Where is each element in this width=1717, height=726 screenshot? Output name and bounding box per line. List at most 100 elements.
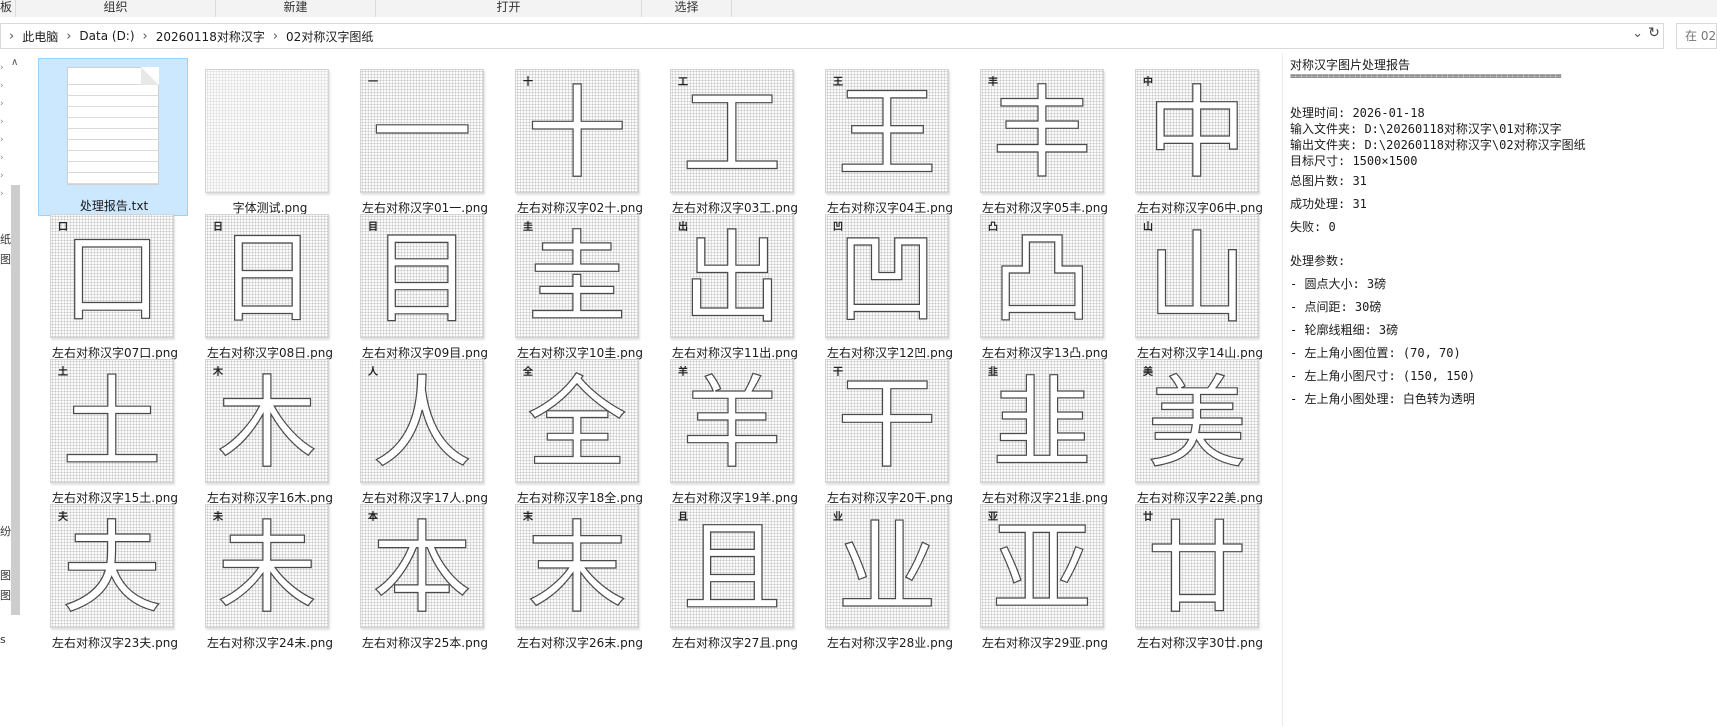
ribbon-group-organize[interactable]: 组织	[16, 0, 216, 17]
chevron-right-icon[interactable]: ›	[0, 63, 4, 73]
thumbnail-outline-char: 羊	[681, 365, 782, 482]
nav-item-label[interactable]: s	[0, 633, 6, 646]
image-thumbnail: 凹凹	[825, 214, 949, 338]
thumbnail-outline-char: 圭	[526, 220, 627, 337]
preview-input-folder: 输入文件夹: D:\20260118对称汉字\01对称汉字	[1290, 122, 1562, 136]
chevron-right-icon[interactable]: ›	[269, 29, 282, 44]
thumbnail-outline-char: 土	[61, 365, 162, 482]
ribbon-group-open[interactable]: 打开	[376, 0, 642, 17]
thumbnail-outline-char: 夫	[61, 510, 162, 627]
file-item-image[interactable]: 目目左右对称汉字09目.png	[350, 206, 500, 364]
preview-total: 总图片数: 31	[1290, 174, 1367, 188]
image-thumbnail: 且且	[670, 504, 794, 628]
thumbnail-outline-char: 全	[526, 365, 627, 482]
image-thumbnail: 凸凸	[980, 214, 1104, 338]
file-item-image[interactable]: 末末左右对称汉字26末.png	[505, 496, 655, 654]
file-item-image[interactable]: 木木左右对称汉字16木.png	[195, 351, 345, 509]
file-item-text[interactable]: 处理报告.txt	[38, 58, 188, 216]
chevron-right-icon[interactable]: ›	[0, 153, 4, 163]
scroll-up-icon[interactable]: ∧	[11, 57, 18, 68]
chevron-right-icon[interactable]: ›	[5, 29, 18, 44]
file-item-image[interactable]: 丰丰左右对称汉字05丰.png	[970, 61, 1120, 219]
thumbnail-outline-char: 廿	[1146, 510, 1247, 627]
thumbnail-outline-char: 工	[681, 75, 782, 192]
thumbnail-outline-char: 丰	[991, 75, 1092, 192]
thumbnail-outline-char: 出	[681, 220, 782, 337]
file-item-image[interactable]: 日日左右对称汉字08日.png	[195, 206, 345, 364]
ribbon-group-select[interactable]: 选择	[642, 0, 732, 17]
file-item-image[interactable]: 干干左右对称汉字20干.png	[815, 351, 965, 509]
thumbnail-outline-char: 末	[526, 510, 627, 627]
image-thumbnail	[205, 69, 329, 193]
preview-failed: 失败: 0	[1290, 220, 1336, 234]
preview-target-size: 目标尺寸: 1500×1500	[1290, 154, 1418, 168]
chevron-right-icon[interactable]: ›	[62, 29, 75, 44]
file-item-image[interactable]: 韭韭左右对称汉字21韭.png	[970, 351, 1120, 509]
thumbnail-outline-char: 口	[61, 220, 162, 337]
ribbon-group-new[interactable]: 新建	[216, 0, 376, 17]
breadcrumb-parent-folder[interactable]: 20260118对称汉字	[152, 28, 269, 45]
preview-success: 成功处理: 31	[1290, 197, 1367, 211]
file-item-image[interactable]: 土土左右对称汉字15土.png	[40, 351, 190, 509]
image-thumbnail: 日日	[205, 214, 329, 338]
file-item-image[interactable]: 中中左右对称汉字06中.png	[1125, 61, 1275, 219]
image-thumbnail: 夫夫	[50, 504, 174, 628]
file-item-image[interactable]: 全全左右对称汉字18全.png	[505, 351, 655, 509]
image-thumbnail: 本本	[360, 504, 484, 628]
image-thumbnail: 王王	[825, 69, 949, 193]
file-item-image[interactable]: 工工左右对称汉字03工.png	[660, 61, 810, 219]
file-item-image[interactable]: 亚亚左右对称汉字29亚.png	[970, 496, 1120, 654]
chevron-right-icon[interactable]: ›	[0, 189, 4, 199]
chevron-right-icon[interactable]: ›	[0, 171, 4, 181]
image-thumbnail: 十十	[515, 69, 639, 193]
chevron-right-icon[interactable]: ›	[0, 99, 4, 109]
file-item-image[interactable]: 凹凹左右对称汉字12凹.png	[815, 206, 965, 364]
image-thumbnail: 目目	[360, 214, 484, 338]
file-item-image[interactable]: 业业左右对称汉字28业.png	[815, 496, 965, 654]
search-input[interactable]: 在 02	[1676, 23, 1717, 49]
chevron-right-icon[interactable]: ›	[0, 135, 4, 145]
scrollbar-thumb[interactable]	[11, 185, 20, 615]
image-thumbnail: 韭韭	[980, 359, 1104, 483]
refresh-icon[interactable]: ↻	[1644, 25, 1664, 41]
file-item-image[interactable]: 本本左右对称汉字25本.png	[350, 496, 500, 654]
breadcrumb-this-pc[interactable]: 此电脑	[18, 28, 62, 45]
file-item-image[interactable]: 山山左右对称汉字14山.png	[1125, 206, 1275, 364]
file-item-image[interactable]: 口口左右对称汉字07口.png	[40, 206, 190, 364]
file-item-image[interactable]: 圭圭左右对称汉字10圭.png	[505, 206, 655, 364]
image-thumbnail: 工工	[670, 69, 794, 193]
file-item-image[interactable]: 王王左右对称汉字04王.png	[815, 61, 965, 219]
file-item-image[interactable]: 出出左右对称汉字11出.png	[660, 206, 810, 364]
breadcrumb-current-folder[interactable]: 02对称汉字图纸	[282, 28, 377, 45]
nav-scrollbar[interactable]: ∧	[10, 55, 22, 726]
chevron-down-icon[interactable]: ⌄	[1632, 26, 1643, 41]
ribbon-group-label: 打开	[496, 0, 521, 14]
file-item-image[interactable]: 夫夫左右对称汉字23夫.png	[40, 496, 190, 654]
file-item-image[interactable]: 廿廿左右对称汉字30廿.png	[1125, 496, 1275, 654]
file-item-image[interactable]: 未未左右对称汉字24未.png	[195, 496, 345, 654]
ribbon-bar: 板 组织 新建 打开 选择	[0, 0, 1717, 17]
breadcrumb-drive-d[interactable]: Data (D:)	[75, 29, 138, 43]
file-name: 左右对称汉字29亚.png	[982, 636, 1108, 650]
ribbon-group-clipboard[interactable]: 板	[0, 0, 16, 17]
chevron-right-icon[interactable]: ›	[0, 81, 4, 91]
chevron-right-icon[interactable]: ›	[139, 29, 152, 44]
preview-param: - 圆点大小: 3磅	[1290, 277, 1387, 291]
file-item-image[interactable]: 十十左右对称汉字02十.png	[505, 61, 655, 219]
image-thumbnail: 山山	[1135, 214, 1259, 338]
file-item-image[interactable]: 字体测试.png	[195, 61, 345, 219]
image-thumbnail: 土土	[50, 359, 174, 483]
ribbon-group-label: 选择	[674, 0, 699, 14]
file-item-image[interactable]: 人人左右对称汉字17人.png	[350, 351, 500, 509]
thumbnail-outline-char: 干	[836, 365, 937, 482]
address-bar[interactable]: › 此电脑 › Data (D:) › 20260118对称汉字 › 02对称汉…	[0, 23, 1664, 49]
thumbnail-outline-char: 木	[216, 365, 317, 482]
image-thumbnail: 中中	[1135, 69, 1259, 193]
chevron-right-icon[interactable]: ›	[0, 117, 4, 127]
preview-divider[interactable]	[1282, 53, 1283, 726]
file-item-image[interactable]: 美美左右对称汉字22美.png	[1125, 351, 1275, 509]
file-item-image[interactable]: 羊羊左右对称汉字19羊.png	[660, 351, 810, 509]
file-item-image[interactable]: 且且左右对称汉字27且.png	[660, 496, 810, 654]
file-item-image[interactable]: 一一左右对称汉字01一.png	[350, 61, 500, 219]
file-item-image[interactable]: 凸凸左右对称汉字13凸.png	[970, 206, 1120, 364]
